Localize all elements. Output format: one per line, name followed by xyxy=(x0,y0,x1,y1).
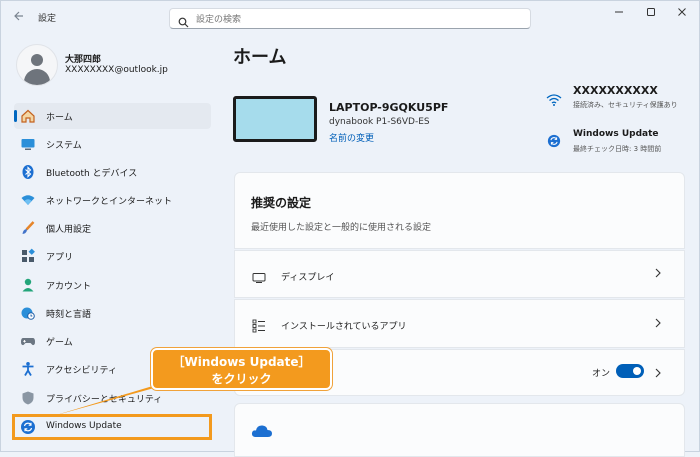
sidebar-item-network[interactable]: ネットワークとインターネット xyxy=(14,187,211,213)
maximize-button[interactable] xyxy=(636,5,666,23)
accessibility-icon xyxy=(20,361,36,377)
update-title[interactable]: Windows Update xyxy=(573,129,659,139)
wifi-status-icon xyxy=(546,92,562,111)
search-icon xyxy=(178,13,189,32)
sidebar-item-apps[interactable]: アプリ xyxy=(14,243,211,269)
instruction-callout: ［Windows Update］ をクリック xyxy=(151,348,332,390)
rename-link[interactable]: 名前の変更 xyxy=(329,131,374,144)
recommended-subtitle: 最近使用した設定と一般的に使用される設定 xyxy=(251,223,432,233)
wifi-icon xyxy=(20,192,36,208)
sidebar-item-personalization[interactable]: 個人用設定 xyxy=(14,215,211,241)
chevron-right-icon xyxy=(654,317,662,332)
monitor-icon xyxy=(20,136,36,152)
sidebar-item-label: システム xyxy=(46,141,82,151)
network-name[interactable]: XXXXXXXXXX xyxy=(573,84,658,97)
user-name: 大那四郎 xyxy=(65,55,102,65)
apps-icon xyxy=(20,248,36,264)
close-button[interactable] xyxy=(667,5,697,23)
display-icon xyxy=(252,269,266,288)
app-title: 設定 xyxy=(38,14,57,24)
sidebar-item-label: ゲーム xyxy=(46,338,73,348)
display-row-label: ディスプレイ xyxy=(281,273,335,283)
gamepad-icon xyxy=(20,333,36,349)
sidebar-item-home[interactable]: ホーム xyxy=(14,103,211,129)
brush-icon xyxy=(20,220,36,236)
callout-line-2: をクリック xyxy=(211,372,272,386)
setting-toggle[interactable] xyxy=(616,364,644,378)
sidebar-item-label: アクセシビリティ xyxy=(46,366,118,376)
chevron-right-icon xyxy=(654,367,662,382)
callout-line-1: ［Windows Update］ xyxy=(172,355,311,369)
installed-apps-row-label: インストールされているアプリ xyxy=(281,322,407,332)
avatar[interactable] xyxy=(16,44,58,86)
windows-update-highlight-frame xyxy=(12,414,212,440)
windows-update-status-icon xyxy=(547,133,561,152)
account-icon xyxy=(20,277,36,293)
sidebar-item-bluetooth[interactable]: Bluetooth とデバイス xyxy=(14,159,211,185)
home-icon xyxy=(20,108,36,124)
shield-icon xyxy=(20,390,36,406)
bluetooth-icon xyxy=(20,164,36,180)
globe-clock-icon xyxy=(20,305,36,321)
list-icon xyxy=(252,318,266,337)
sidebar-item-time-language[interactable]: 時刻と言語 xyxy=(14,300,211,326)
user-email: XXXXXXXX@outlook.jp xyxy=(65,65,168,75)
device-model: dynabook P1-S6VD-ES xyxy=(329,117,430,127)
cloud-storage-card[interactable] xyxy=(234,403,685,457)
display-row[interactable]: ディスプレイ xyxy=(234,250,685,298)
network-status: 接続済み、セキュリティ保護あり xyxy=(573,101,678,109)
sidebar-item-system[interactable]: システム xyxy=(14,131,211,157)
sidebar-item-label: 個人用設定 xyxy=(46,225,92,235)
sidebar-item-label: 時刻と言語 xyxy=(46,310,92,320)
update-status: 最終チェック日時: 3 時間前 xyxy=(573,145,662,153)
sidebar-item-label: Bluetooth とデバイス xyxy=(46,169,138,179)
sidebar-item-label: アプリ xyxy=(46,253,74,263)
chevron-right-icon xyxy=(654,267,662,282)
cloud-icon xyxy=(251,423,273,442)
sidebar-item-accounts[interactable]: アカウント xyxy=(14,272,211,298)
search-input[interactable] xyxy=(194,11,518,28)
sidebar-item-label: ネットワークとインターネット xyxy=(46,197,173,207)
sidebar-item-label: アカウント xyxy=(46,282,92,292)
device-name: LAPTOP-9GQKU5PF xyxy=(329,101,449,114)
page-title: ホーム xyxy=(233,47,287,68)
selection-indicator xyxy=(14,110,17,122)
back-arrow-icon[interactable] xyxy=(11,9,29,27)
minimize-button[interactable] xyxy=(604,5,634,23)
recommended-title: 推奨の設定 xyxy=(251,196,312,210)
sidebar-item-label: ホーム xyxy=(46,113,73,123)
settings-window: 設定 大那四郎 XXXXXXXX@outlook.jp ホーム システム xyxy=(0,0,700,457)
search-box[interactable] xyxy=(169,8,531,29)
toggle-state-label: オン xyxy=(592,369,611,379)
device-image xyxy=(233,96,317,142)
installed-apps-row[interactable]: インストールされているアプリ xyxy=(234,299,685,348)
